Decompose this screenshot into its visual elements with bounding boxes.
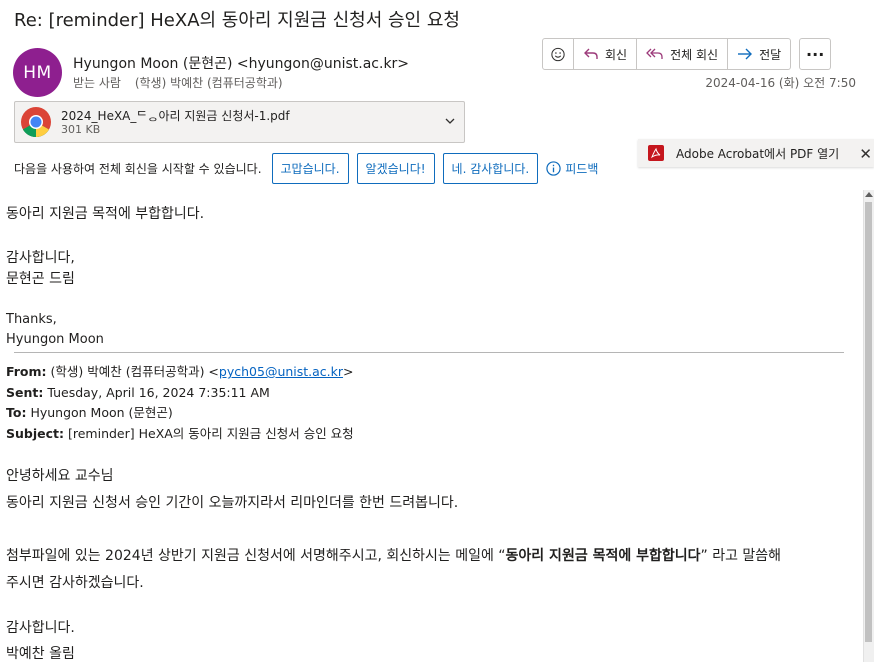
reply-all-label: 전체 회신	[670, 47, 719, 62]
reply-line: 동아리 지원금 목적에 부합합니다.	[6, 206, 205, 222]
quick-reply-option[interactable]: 알겠습니다!	[356, 153, 435, 184]
quoted-from-close: >	[343, 364, 354, 379]
quoted-line-text: ” 라고 말씀해	[700, 548, 782, 564]
quoted-sent-value: Tuesday, April 16, 2024 7:35:11 AM	[47, 384, 270, 400]
to-value[interactable]: (학생) 박예찬 (컴퓨터공학과)	[135, 76, 283, 90]
quick-reply-option[interactable]: 고맙습니다.	[271, 153, 349, 184]
quote-separator	[14, 352, 844, 353]
chevron-down-icon[interactable]	[444, 115, 456, 127]
quick-reply-option[interactable]: 네. 감사합니다.	[442, 153, 539, 184]
quoted-subject-label: Subject:	[6, 425, 64, 441]
acrobat-banner-text: Adobe Acrobat에서 PDF 열기	[676, 146, 840, 161]
quick-reply-bar: 다음을 사용하여 전체 회신을 시작할 수 있습니다. 고맙습니다. 알겠습니다…	[14, 153, 598, 184]
recipient-line: 받는 사람 (학생) 박예찬 (컴퓨터공학과)	[73, 74, 283, 91]
quoted-to-label: To:	[6, 405, 27, 420]
attachment-file-name: 2024_HeXA_ᄃᆼ아리 지원금 신청서-1.pdf	[61, 109, 290, 123]
quoted-to-row: To: Hyungon Moon (문현곤)	[6, 403, 354, 424]
quoted-from-row: From: (학생) 박예찬 (컴퓨터공학과) <pych05@unist.ac…	[6, 362, 354, 383]
emoji-reaction-button[interactable]	[543, 39, 574, 69]
adobe-pdf-icon	[648, 145, 664, 161]
quoted-header: From: (학생) 박예찬 (컴퓨터공학과) <pych05@unist.ac…	[6, 362, 354, 444]
message-actions: 회신 전체 회신 전달 ···	[542, 38, 832, 70]
quoted-from-label: From:	[6, 364, 47, 379]
to-label: 받는 사람	[73, 76, 121, 90]
email-reading-pane: Re: [reminder] HeXA의 동아리 지원금 신청서 승인 요청 H…	[0, 0, 874, 662]
forward-label: 전달	[759, 47, 782, 62]
acrobat-open-banner[interactable]: Adobe Acrobat에서 PDF 열기 ✕	[638, 139, 874, 167]
action-button-group: 회신 전체 회신 전달	[542, 38, 792, 70]
quoted-line: 첨부파일에 있는 2024년 상반기 지원금 신청서에 서명해주시고, 회신하시…	[6, 545, 781, 565]
quoted-greeting: 안녕하세요 교수님	[6, 468, 114, 484]
forward-button[interactable]: 전달	[728, 39, 790, 69]
reply-line: Hyungon Moon	[6, 332, 104, 347]
sender-name[interactable]: Hyungon Moon (문현곤)	[73, 56, 232, 72]
scroll-up-arrow-icon[interactable]	[865, 192, 873, 197]
forward-arrow-icon	[738, 48, 753, 60]
quoted-sent-row: Sent: Tuesday, April 16, 2024 7:35:11 AM	[6, 383, 354, 404]
reply-line: 문현곤 드림	[6, 271, 75, 287]
email-subject: Re: [reminder] HeXA의 동아리 지원금 신청서 승인 요청	[14, 10, 460, 31]
quoted-to-value: Hyungon Moon (문현곤)	[30, 405, 173, 420]
quoted-thanks: 감사합니다.	[6, 620, 75, 636]
more-actions-button[interactable]: ···	[799, 38, 832, 70]
feedback-label: 피드백	[565, 162, 599, 176]
scrollbar-thumb[interactable]	[865, 202, 872, 642]
reply-all-icon	[646, 48, 663, 59]
attachment-file-size: 301 KB	[61, 123, 101, 136]
quoted-line-bold: 동아리 지원금 목적에 부합합니다	[505, 548, 701, 564]
quoted-sent-label: Sent:	[6, 384, 44, 400]
sender-email: <hyungon@unist.ac.kr>	[236, 56, 410, 72]
quoted-subject-row: Subject: [reminder] HeXA의 동아리 지원금 신청서 승인…	[6, 424, 354, 445]
scrollbar[interactable]	[863, 190, 874, 662]
quoted-line: 동아리 지원금 신청서 승인 기간이 오늘까지라서 리마인더를 한번 드려봅니다…	[6, 495, 459, 511]
quoted-from-value: (학생) 박예찬 (컴퓨터공학과) <	[50, 364, 219, 379]
quoted-signoff: 박예찬 올림	[6, 646, 75, 662]
close-icon[interactable]: ✕	[859, 145, 872, 163]
reply-label: 회신	[605, 47, 628, 62]
reply-all-button[interactable]: 전체 회신	[637, 39, 729, 69]
attachment-card[interactable]: 2024_HeXA_ᄃᆼ아리 지원금 신청서-1.pdf 301 KB	[14, 101, 465, 143]
quick-reply-hint: 다음을 사용하여 전체 회신을 시작할 수 있습니다.	[14, 162, 262, 176]
reply-button[interactable]: 회신	[574, 39, 638, 69]
chrome-file-icon	[21, 107, 51, 138]
reply-line: Thanks,	[6, 312, 57, 327]
quoted-line: 주시면 감사하겠습니다.	[6, 575, 144, 591]
feedback-link[interactable]: 피드백	[546, 160, 598, 177]
reply-line: 감사합니다,	[6, 250, 75, 266]
quoted-line-text: 첨부파일에 있는 2024년 상반기 지원금 신청서에 서명해주시고, 회신하시…	[6, 548, 506, 564]
quoted-from-email-link[interactable]: pych05@unist.ac.kr	[219, 364, 343, 379]
reply-arrow-icon	[584, 48, 598, 59]
received-date: 2024-04-16 (화) 오전 7:50	[705, 76, 856, 90]
info-icon	[546, 161, 561, 176]
smiley-icon	[551, 47, 565, 61]
quoted-subject-value: [reminder] HeXA의 동아리 지원금 신청서 승인 요청	[67, 425, 354, 441]
sender-line: Hyungon Moon (문현곤) <hyungon@unist.ac.kr>	[73, 53, 409, 73]
avatar[interactable]: HM	[13, 48, 62, 97]
